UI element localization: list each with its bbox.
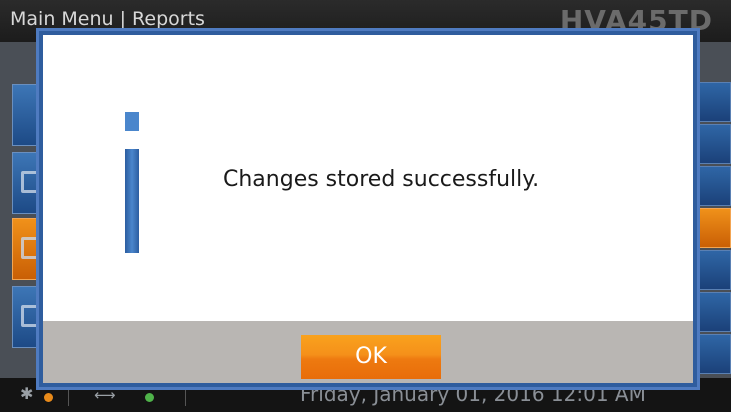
usb-status-dot: [145, 393, 154, 402]
breadcrumb: Main Menu | Reports: [10, 8, 205, 30]
dialog-button-strip: OK: [43, 321, 693, 383]
right-tile-5: [695, 250, 731, 290]
confirmation-dialog: Changes stored successfully. OK: [36, 28, 700, 390]
info-icon-stem: [125, 149, 139, 253]
right-tile-3: [695, 166, 731, 206]
info-icon: [125, 112, 139, 131]
bluetooth-status-dot: [44, 393, 53, 402]
screen: Main Menu | Reports HVA45TD ✱ ⟷ Friday, …: [0, 0, 731, 412]
right-tile-7: [695, 334, 731, 374]
ok-button[interactable]: OK: [301, 335, 441, 379]
right-tile-4: [695, 208, 731, 248]
dialog-message: Changes stored successfully.: [223, 167, 540, 192]
dialog-body: Changes stored successfully. OK: [43, 35, 693, 383]
right-tile-2: [695, 124, 731, 164]
right-tile-6: [695, 292, 731, 332]
bluetooth-icon: ✱: [20, 384, 34, 403]
right-tile-1: [695, 82, 731, 122]
